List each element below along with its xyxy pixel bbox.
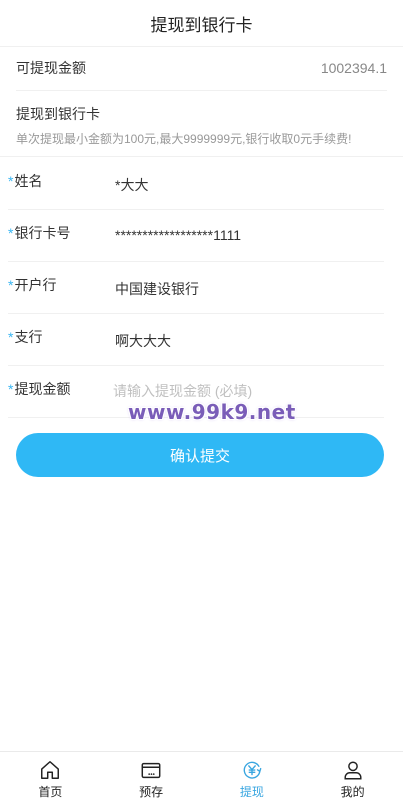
yuan-exchange-icon — [243, 761, 262, 779]
card-number-label: 银行卡号 — [14, 225, 71, 241]
tab-withdraw-label: 提现 — [239, 785, 264, 799]
tab-home[interactable]: 首页 — [0, 752, 101, 801]
name-label: 姓名 — [14, 173, 43, 189]
bank-value[interactable]: 中国建设银行 — [115, 279, 199, 299]
branch-row: *支行 啊大大大 — [8, 313, 384, 366]
bottom-tab-bar: 首页 预存 提现 我的 — [0, 751, 403, 801]
tab-mine-label: 我的 — [340, 785, 365, 799]
page-header: 提现到银行卡 — [0, 0, 403, 47]
user-icon — [344, 761, 362, 780]
page-title: 提现到银行卡 — [150, 15, 253, 35]
tab-deposit[interactable]: 预存 — [101, 752, 202, 801]
tab-home-label: 首页 — [38, 785, 63, 799]
wallet-icon — [141, 762, 161, 779]
section-title: 提现到银行卡 — [16, 106, 100, 122]
branch-label: 支行 — [14, 329, 43, 345]
required-mark: * — [8, 277, 14, 293]
watermark: www.99k9.net — [128, 400, 296, 424]
name-row: *姓名 *大大 — [8, 157, 384, 210]
submit-button[interactable]: 确认提交 — [16, 433, 384, 477]
card-number-row: *银行卡号 ******************1111 — [8, 209, 384, 262]
tab-mine[interactable]: 我的 — [302, 752, 403, 801]
tab-deposit-label: 预存 — [139, 785, 164, 799]
balance-value: 1002394.1 — [320, 60, 387, 76]
amount-label: 提现金额 — [14, 381, 71, 397]
branch-value[interactable]: 啊大大大 — [115, 331, 171, 351]
required-mark: * — [8, 173, 14, 189]
required-mark: * — [8, 225, 14, 241]
balance-label: 可提现金额 — [16, 60, 86, 76]
required-mark: * — [8, 329, 14, 345]
bank-label: 开户行 — [14, 277, 57, 293]
required-mark: * — [8, 381, 14, 397]
name-value[interactable]: *大大 — [115, 175, 148, 195]
balance-row: 可提现金额 1002394.1 — [16, 46, 387, 91]
bank-row: *开户行 中国建设银行 — [8, 261, 384, 314]
tab-withdraw[interactable]: 提现 — [202, 752, 303, 801]
card-number-value[interactable]: ******************1111 — [115, 227, 241, 243]
withdraw-rules-note: 单次提现最小金额为100元,最大9999999元,银行收取0元手续费! — [16, 132, 352, 146]
home-icon — [41, 761, 60, 779]
